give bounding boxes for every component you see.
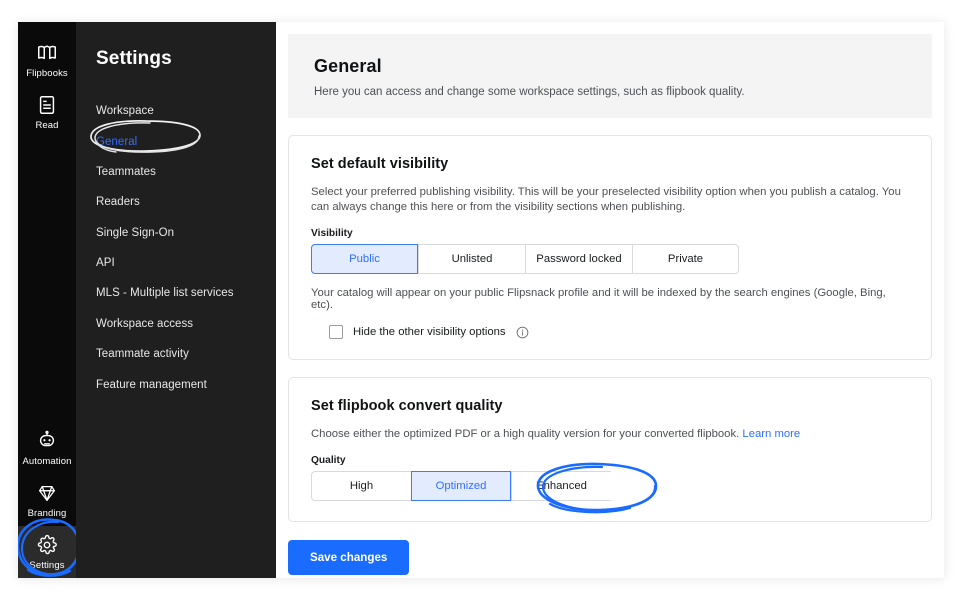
document-icon [39, 96, 55, 114]
sidebar-item-feature-management[interactable]: Feature management [76, 369, 276, 399]
learn-more-link[interactable]: Learn more [742, 428, 800, 440]
settings-panel-title: Settings [96, 48, 172, 69]
diamond-icon [39, 485, 55, 501]
quality-description-text: Choose either the optimized PDF or a hig… [311, 428, 740, 440]
save-changes-button[interactable]: Save changes [288, 540, 410, 575]
quality-segmented-control: High Optimized Enhanced [311, 462, 658, 514]
quality-option-high[interactable]: High [311, 471, 411, 501]
rail-label-branding: Branding [27, 508, 67, 519]
sidebar-item-api[interactable]: API [76, 248, 276, 278]
content-area: Set default visibility Select your prefe… [276, 118, 944, 575]
gear-icon [37, 534, 57, 555]
quality-card: Set flipbook convert quality Choose eith… [288, 377, 932, 522]
sidebar-item-single-sign-on[interactable]: Single Sign-On [76, 218, 276, 248]
quality-option-optimized[interactable]: Optimized [411, 471, 511, 501]
settings-nav-panel: Settings Workspace General Teammates Rea… [76, 22, 276, 578]
hide-visibility-options-checkbox[interactable] [329, 325, 343, 339]
page-title: General [314, 56, 382, 76]
visibility-option-public[interactable]: Public [311, 244, 418, 274]
visibility-card-title: Set default visibility [311, 156, 449, 172]
visibility-option-private[interactable]: Private [632, 244, 739, 274]
rail-item-settings[interactable]: Settings [18, 526, 76, 578]
visibility-segmented-control: Public Unlisted Password locked Private [311, 244, 739, 274]
rail-label-automation: Automation [22, 456, 72, 467]
quality-card-title: Set flipbook convert quality [311, 398, 503, 414]
page-header-band: General Here you can access and change s… [288, 34, 932, 118]
sidebar-item-teammates[interactable]: Teammates [76, 157, 276, 187]
quality-field-label: Quality [311, 455, 346, 466]
page-subtitle: Here you can access and change some work… [314, 86, 745, 98]
visibility-card: Set default visibility Select your prefe… [288, 135, 932, 360]
robot-icon [39, 430, 55, 447]
quality-option-enhanced[interactable]: Enhanced [511, 471, 611, 501]
sidebar-item-workspace[interactable]: Workspace [76, 96, 276, 126]
application-window: Flipbooks Read Automation Branding Setti… [18, 22, 944, 578]
rail-label-settings: Settings [29, 560, 65, 571]
rail-item-automation[interactable]: Automation [18, 422, 76, 474]
sidebar-item-teammate-activity[interactable]: Teammate activity [76, 339, 276, 369]
rail-item-read[interactable]: Read [18, 86, 76, 138]
rail-item-branding[interactable]: Branding [18, 474, 76, 526]
rail-item-flipbooks[interactable]: Flipbooks [18, 34, 76, 86]
primary-icon-rail: Flipbooks Read Automation Branding Setti… [18, 22, 81, 578]
sidebar-item-workspace-access[interactable]: Workspace access [76, 309, 276, 339]
hide-visibility-options-label: Hide the other visibility options [353, 326, 506, 338]
visibility-option-password-locked[interactable]: Password locked [525, 244, 632, 274]
visibility-field-label: Visibility [311, 228, 353, 239]
sidebar-item-mls[interactable]: MLS - Multiple list services [76, 278, 276, 308]
info-icon[interactable] [516, 326, 529, 339]
settings-nav-list: Workspace General Teammates Readers Sing… [76, 96, 276, 400]
sidebar-item-general[interactable]: General [76, 126, 276, 156]
main-content: General Here you can access and change s… [276, 22, 944, 578]
sidebar-item-readers[interactable]: Readers [76, 187, 276, 217]
quality-card-description: Choose either the optimized PDF or a hig… [311, 427, 909, 442]
book-icon [38, 45, 56, 60]
visibility-card-description: Select your preferred publishing visibil… [311, 186, 901, 213]
visibility-note: Your catalog will appear on your public … [311, 287, 886, 311]
visibility-option-unlisted[interactable]: Unlisted [418, 244, 525, 274]
hide-visibility-options-row: Hide the other visibility options [311, 325, 909, 339]
rail-label-flipbooks: Flipbooks [26, 68, 68, 79]
rail-label-read: Read [35, 120, 59, 131]
